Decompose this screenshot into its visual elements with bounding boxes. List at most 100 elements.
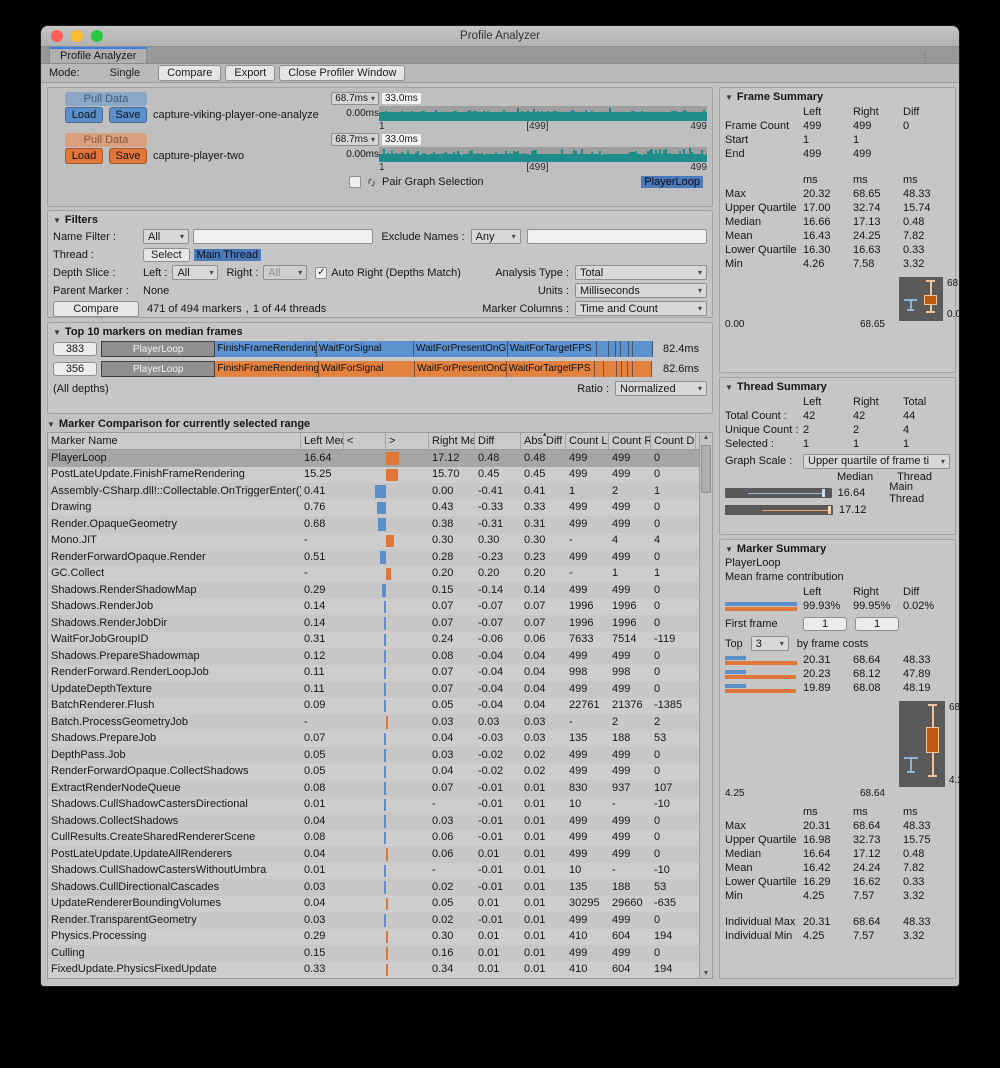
auto-right-checkbox[interactable]: ✓: [315, 267, 327, 279]
frame-time-histogram[interactable]: [725, 277, 885, 319]
pull-data-left-button[interactable]: Pull Data: [65, 92, 147, 106]
column-header-right-median[interactable]: Right Median: [429, 433, 475, 449]
table-row[interactable]: WaitForJobGroupID0.310.24-0.060.06763375…: [48, 632, 699, 649]
load-left-button[interactable]: Load: [65, 107, 103, 123]
marker-segment[interactable]: FinishFrameRendering: [215, 361, 319, 377]
pull-data-right-button[interactable]: Pull Data: [65, 133, 147, 147]
frame-time-graph-right[interactable]: [379, 147, 707, 162]
table-row[interactable]: Mono.JIT-0.300.300.30-44: [48, 533, 699, 550]
scroll-up-icon[interactable]: ▲: [700, 434, 712, 441]
exclude-mode-dropdown[interactable]: Any▾: [471, 229, 521, 244]
analysis-type-dropdown[interactable]: Total▾: [575, 265, 707, 280]
first-frame-right-button[interactable]: 1: [855, 617, 899, 631]
name-filter-mode-dropdown[interactable]: All▾: [143, 229, 189, 244]
table-row[interactable]: Shadows.RenderJobDir0.140.07-0.070.07199…: [48, 615, 699, 632]
selected-marker-label[interactable]: PlayerLoop: [641, 176, 703, 188]
table-row[interactable]: PostLateUpdate.FinishFrameRendering15.25…: [48, 467, 699, 484]
name-filter-input[interactable]: [193, 229, 373, 244]
depth-left-dropdown[interactable]: All▾: [172, 265, 218, 280]
table-row[interactable]: Culling0.150.160.010.014994990: [48, 945, 699, 962]
marker-segment[interactable]: WaitForPresentOnGfxThread: [414, 341, 508, 357]
marker-segment[interactable]: [604, 361, 617, 377]
column-header--[interactable]: >: [386, 433, 429, 449]
top-count-dropdown[interactable]: 3▾: [751, 636, 789, 651]
marker-segment[interactable]: [621, 341, 629, 357]
table-row[interactable]: Shadows.CullShadowCastersDirectional0.01…: [48, 797, 699, 814]
top10-marker-bar[interactable]: PlayerLoopFinishFrameRenderingWaitForSig…: [101, 341, 659, 357]
marker-segment[interactable]: WaitForSignal: [317, 341, 414, 357]
marker-segment[interactable]: [633, 341, 653, 357]
save-left-button[interactable]: Save: [109, 107, 147, 123]
tab-profile-analyzer[interactable]: Profile Analyzer: [49, 47, 147, 63]
window-titlebar[interactable]: Profile Analyzer: [41, 26, 959, 47]
kebab-menu-icon[interactable]: ⋮: [919, 57, 931, 61]
table-row[interactable]: RenderForwardOpaque.Render0.510.28-0.230…: [48, 549, 699, 566]
marker-segment[interactable]: [633, 361, 653, 377]
frame-time-graph-left[interactable]: [379, 106, 707, 121]
marker-segment[interactable]: [595, 361, 604, 377]
pair-graph-selection-checkbox[interactable]: [349, 176, 361, 188]
column-header-count-right[interactable]: Count Right: [609, 433, 651, 449]
table-row[interactable]: PostLateUpdate.UpdateAllRenderers0.040.0…: [48, 846, 699, 863]
marker-segment[interactable]: WaitForTargetFPS: [508, 341, 597, 357]
load-right-button[interactable]: Load: [65, 148, 103, 164]
mode-single-button[interactable]: Single: [96, 66, 155, 80]
table-row[interactable]: Assembly-CSharp.dll!::Collectable.OnTrig…: [48, 483, 699, 500]
exclude-names-input[interactable]: [527, 229, 707, 244]
foldout-icon[interactable]: ▼: [53, 216, 61, 225]
table-row[interactable]: Shadows.CullShadowCastersWithoutUmbra0.0…: [48, 863, 699, 880]
compare-button[interactable]: Compare: [53, 301, 139, 317]
foldout-icon[interactable]: ▼: [725, 383, 733, 392]
foldout-icon[interactable]: ▼: [725, 545, 733, 554]
column-header-count-left[interactable]: Count Left: [566, 433, 609, 449]
column-header-abs-diff[interactable]: Abs Diff▴: [521, 433, 566, 449]
foldout-icon[interactable]: ▼: [725, 93, 733, 102]
frame-index-button[interactable]: 356: [53, 362, 97, 376]
table-row[interactable]: Shadows.RenderJob0.140.07-0.070.07199619…: [48, 599, 699, 616]
marker-segment[interactable]: WaitForPresentOnGfxThread: [415, 361, 507, 377]
marker-segment[interactable]: WaitForTargetFPS: [507, 361, 595, 377]
top10-marker-bar[interactable]: PlayerLoopFinishFrameRenderingWaitForSig…: [101, 361, 659, 377]
table-row[interactable]: ExtractRenderNodeQueue0.080.07-0.010.018…: [48, 780, 699, 797]
foldout-icon[interactable]: ▼: [53, 328, 61, 337]
marker-segment[interactable]: [597, 341, 609, 357]
save-right-button[interactable]: Save: [109, 148, 147, 164]
close-profiler-window-button[interactable]: Close Profiler Window: [279, 65, 405, 81]
column-header-left-median[interactable]: Left Median: [301, 433, 344, 449]
mode-compare-button[interactable]: Compare: [158, 65, 221, 81]
table-row[interactable]: UpdateDepthTexture0.110.07-0.040.0449949…: [48, 681, 699, 698]
export-button[interactable]: Export: [225, 65, 275, 81]
table-row[interactable]: Shadows.CullDirectionalCascades0.030.02-…: [48, 879, 699, 896]
table-row[interactable]: Shadows.PrepareShadowmap0.120.08-0.040.0…: [48, 648, 699, 665]
table-row[interactable]: DepthPass.Job0.050.03-0.020.024994990: [48, 747, 699, 764]
column-header-count-diff[interactable]: Count Diff: [651, 433, 696, 449]
table-row[interactable]: Shadows.CollectShadows0.040.03-0.010.014…: [48, 813, 699, 830]
table-row[interactable]: Shadows.PrepareJob0.070.04-0.030.0313518…: [48, 731, 699, 748]
thread-range-bar[interactable]: [725, 505, 833, 515]
table-row[interactable]: GC.Collect-0.200.200.20-11: [48, 566, 699, 583]
table-row[interactable]: Shadows.RenderShadowMap0.290.15-0.140.14…: [48, 582, 699, 599]
table-row[interactable]: Batch.ProcessGeometryJob-0.030.030.03-22: [48, 714, 699, 731]
table-row[interactable]: RenderForwardOpaque.CollectShadows0.050.…: [48, 764, 699, 781]
table-row[interactable]: Drawing0.760.43-0.330.334994990: [48, 500, 699, 517]
table-row[interactable]: PlayerLoop16.6417.120.480.484994990: [48, 450, 699, 467]
marker-segment[interactable]: PlayerLoop: [101, 361, 215, 377]
scrollbar-thumb[interactable]: [701, 445, 711, 493]
marker-segment[interactable]: WaitForSignal: [319, 361, 415, 377]
table-row[interactable]: Physics.Processing0.290.300.010.01410604…: [48, 929, 699, 946]
table-row[interactable]: CullResults.CreateSharedRendererScene0.0…: [48, 830, 699, 847]
first-frame-left-button[interactable]: 1: [803, 617, 847, 631]
table-row[interactable]: RenderForward.RenderLoopJob0.110.07-0.04…: [48, 665, 699, 682]
scroll-down-icon[interactable]: ▼: [700, 970, 712, 977]
table-row[interactable]: Render.TransparentGeometry0.030.02-0.010…: [48, 912, 699, 929]
marker-segment[interactable]: FinishFrameRendering: [215, 341, 317, 357]
column-header-diff[interactable]: Diff: [475, 433, 521, 449]
table-row[interactable]: FixedUpdate.PhysicsFixedUpdate0.330.340.…: [48, 962, 699, 979]
marker-columns-dropdown[interactable]: Time and Count▾: [575, 301, 707, 316]
vertical-scrollbar[interactable]: ▲ ▼: [699, 433, 712, 978]
table-row[interactable]: UpdateRendererBoundingVolumes0.040.050.0…: [48, 896, 699, 913]
marker-segment[interactable]: [609, 341, 616, 357]
frame-time-boxplot[interactable]: 68.65 0.00: [899, 277, 943, 321]
column-header--[interactable]: <: [344, 433, 386, 449]
column-header-marker-name[interactable]: Marker Name: [48, 433, 301, 449]
